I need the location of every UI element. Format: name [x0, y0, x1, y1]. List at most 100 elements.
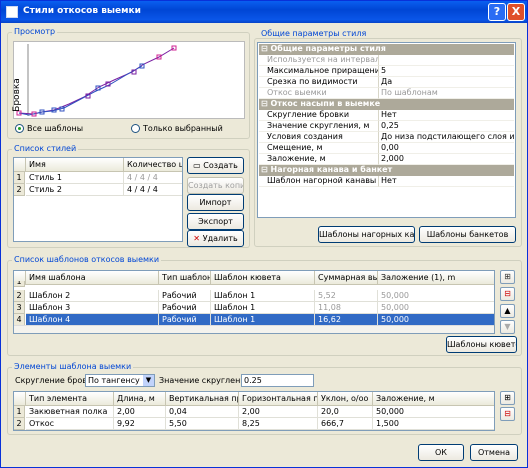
elements-col-slope[interactable]: Уклон, о/оо — [318, 392, 373, 406]
prop-value[interactable]: По шаблонам — [379, 88, 514, 99]
style-name-cell[interactable]: Стиль 2 — [26, 184, 124, 196]
import-button[interactable]: Импорт — [187, 194, 244, 211]
prop-value[interactable]: Нет — [379, 176, 514, 187]
window-title: Стили откосов выемки — [23, 6, 141, 16]
add-row-icon: ⊞ — [504, 393, 511, 402]
berm-templates-button[interactable]: Шаблоны банкетов — [419, 226, 516, 243]
add-template-button[interactable]: ⊞ — [500, 270, 515, 284]
ditch-templates-button[interactable]: Шаблоны нагорных канав — [318, 226, 415, 243]
prop-label: Условия создания — [259, 132, 379, 143]
rounding-select[interactable]: По тангенсу ▼ — [85, 374, 155, 387]
prop-label: Шаблон нагорной канавы — [259, 176, 379, 187]
delete-style-button[interactable]: ✕ Удалить — [187, 230, 244, 247]
prop-label: Скругление бровки — [259, 110, 379, 121]
delete-template-button[interactable]: ⊟ — [500, 287, 515, 301]
element-type-cell[interactable]: Закюветная полка — [26, 406, 114, 418]
ditch-templates-list-button[interactable]: Шаблоны кюветов — [446, 336, 517, 353]
elements-row-num: 2 — [14, 418, 25, 430]
general-group-title: Общие параметры стиля — [259, 29, 369, 38]
template-slope-cell[interactable]: 50,000 — [378, 302, 494, 314]
move-up-button[interactable]: ▲ — [500, 304, 515, 318]
template-ditch-cell[interactable]: Шаблон 1 — [211, 290, 315, 302]
elements-col-length[interactable]: Длина, м — [114, 392, 166, 406]
templates-col-ditch[interactable]: Шаблон кювета — [211, 271, 315, 285]
delete-element-button[interactable]: ⊟ — [500, 407, 515, 421]
elements-col-horiz[interactable]: Горизонтальная п — [239, 392, 318, 406]
prop-label: Заложение, м — [259, 154, 379, 165]
preview-group-title: Просмотр — [12, 27, 58, 36]
chevron-down-icon: ▼ — [143, 375, 154, 386]
templates-h-scrollbar[interactable] — [14, 325, 494, 333]
prop-value[interactable]: 2,000 — [379, 154, 514, 165]
templates-col-name[interactable]: Имя шаблона — [26, 271, 159, 285]
element-vert-cell[interactable]: 0,04 — [166, 406, 239, 418]
elements-row-num: 1 — [14, 406, 25, 418]
element-slope-cell[interactable]: 20,0 — [318, 406, 373, 418]
delete-icon: ✕ — [193, 234, 203, 243]
style-count-cell[interactable]: 4 / 4 / 4 — [124, 172, 182, 184]
category-general[interactable]: ⊟ Общие параметры стиля — [259, 44, 514, 55]
templates-col-type[interactable]: Тип шаблона — [159, 271, 211, 285]
preview-chart — [16, 44, 177, 117]
element-vert-cell[interactable]: 5,50 — [166, 418, 239, 430]
template-name-cell[interactable]: Шаблон 3 — [26, 302, 159, 314]
prop-value[interactable]: 5 — [379, 66, 514, 77]
templates-row-num: 3 — [14, 302, 25, 314]
template-height-cell[interactable]: 5,52 — [315, 290, 378, 302]
category-fill-slope[interactable]: ⊟ Откос насыпи в выемке — [259, 99, 514, 110]
prop-value[interactable]: Нет — [379, 110, 514, 121]
templates-row-num: 1 — [14, 281, 25, 287]
ok-button[interactable]: ОК — [418, 444, 464, 461]
element-lay-cell[interactable]: 50,000 — [373, 406, 494, 418]
prop-value[interactable]: 0,25 — [379, 121, 514, 132]
add-element-button[interactable]: ⊞ — [500, 391, 515, 405]
template-type-cell[interactable]: Рабочий — [159, 302, 211, 314]
radio-selected-label: Только выбранный — [143, 124, 223, 133]
category-ditch-berm-label: Нагорная канава и банкет — [270, 165, 393, 174]
new-doc-icon: ▭ — [193, 161, 204, 170]
template-type-cell[interactable]: Рабочий — [159, 290, 211, 302]
style-count-cell[interactable]: 4 / 4 / 4 — [124, 184, 182, 196]
styles-col-name[interactable]: Имя — [26, 158, 124, 172]
template-height-cell[interactable]: 11,08 — [315, 302, 378, 314]
create-copy-button[interactable]: Создать копию — [187, 177, 244, 194]
element-lay-cell[interactable]: 1,500 — [373, 418, 494, 430]
template-slope-cell[interactable]: 50,000 — [378, 290, 494, 302]
styles-corner — [14, 158, 26, 172]
category-ditch-berm[interactable]: ⊟ Нагорная канава и банкет — [259, 165, 514, 176]
prop-value[interactable]: Да — [379, 77, 514, 88]
delete-row-icon: ⊟ — [504, 289, 511, 298]
rounding-amount-input[interactable] — [241, 374, 314, 387]
radio-all-templates[interactable] — [15, 124, 24, 133]
move-down-button[interactable]: ▼ — [500, 320, 515, 334]
elements-col-vert[interactable]: Вертикальная про — [166, 392, 239, 406]
template-ditch-cell[interactable]: Шаблон 1 — [211, 302, 315, 314]
styles-row-num: 1 — [14, 172, 25, 184]
radio-selected-only[interactable] — [131, 124, 140, 133]
prop-label: Используется на интервалах — [259, 55, 379, 66]
prop-value[interactable]: 0,00 — [379, 143, 514, 154]
element-slope-cell[interactable]: 666,7 — [318, 418, 373, 430]
elements-col-type[interactable]: Тип элемента — [26, 392, 114, 406]
prop-value[interactable] — [379, 55, 514, 66]
style-name-cell[interactable]: Стиль 1 — [26, 172, 124, 184]
prop-value[interactable]: До низа подстилающего слоя или до... — [379, 132, 514, 143]
template-name-cell[interactable]: Шаблон 2 — [26, 290, 159, 302]
element-type-cell[interactable]: Откос — [26, 418, 114, 430]
element-length-cell[interactable]: 9,92 — [114, 418, 166, 430]
templates-col-height[interactable]: Суммарная высота — [315, 271, 378, 285]
styles-col-count[interactable]: Количество шабл — [124, 158, 182, 172]
templates-col-slope[interactable]: Заложение (1), m — [378, 271, 494, 285]
dialog-window: Стили откосов выемки ? X Просмотр Бровка… — [0, 0, 528, 468]
category-fill-slope-label: Откос насыпи в выемке — [270, 99, 381, 108]
create-style-button[interactable]: ▭ Создать — [187, 157, 244, 174]
element-length-cell[interactable]: 2,00 — [114, 406, 166, 418]
elements-col-lay[interactable]: Заложение, м — [373, 392, 494, 406]
delete-style-label: Удалить — [202, 234, 238, 243]
close-button[interactable]: X — [507, 3, 525, 21]
element-horiz-cell[interactable]: 8,25 — [239, 418, 318, 430]
element-horiz-cell[interactable]: 2,00 — [239, 406, 318, 418]
export-button[interactable]: Экспорт — [187, 213, 244, 230]
cancel-button[interactable]: Отмена — [470, 444, 518, 461]
help-button[interactable]: ? — [488, 3, 506, 21]
